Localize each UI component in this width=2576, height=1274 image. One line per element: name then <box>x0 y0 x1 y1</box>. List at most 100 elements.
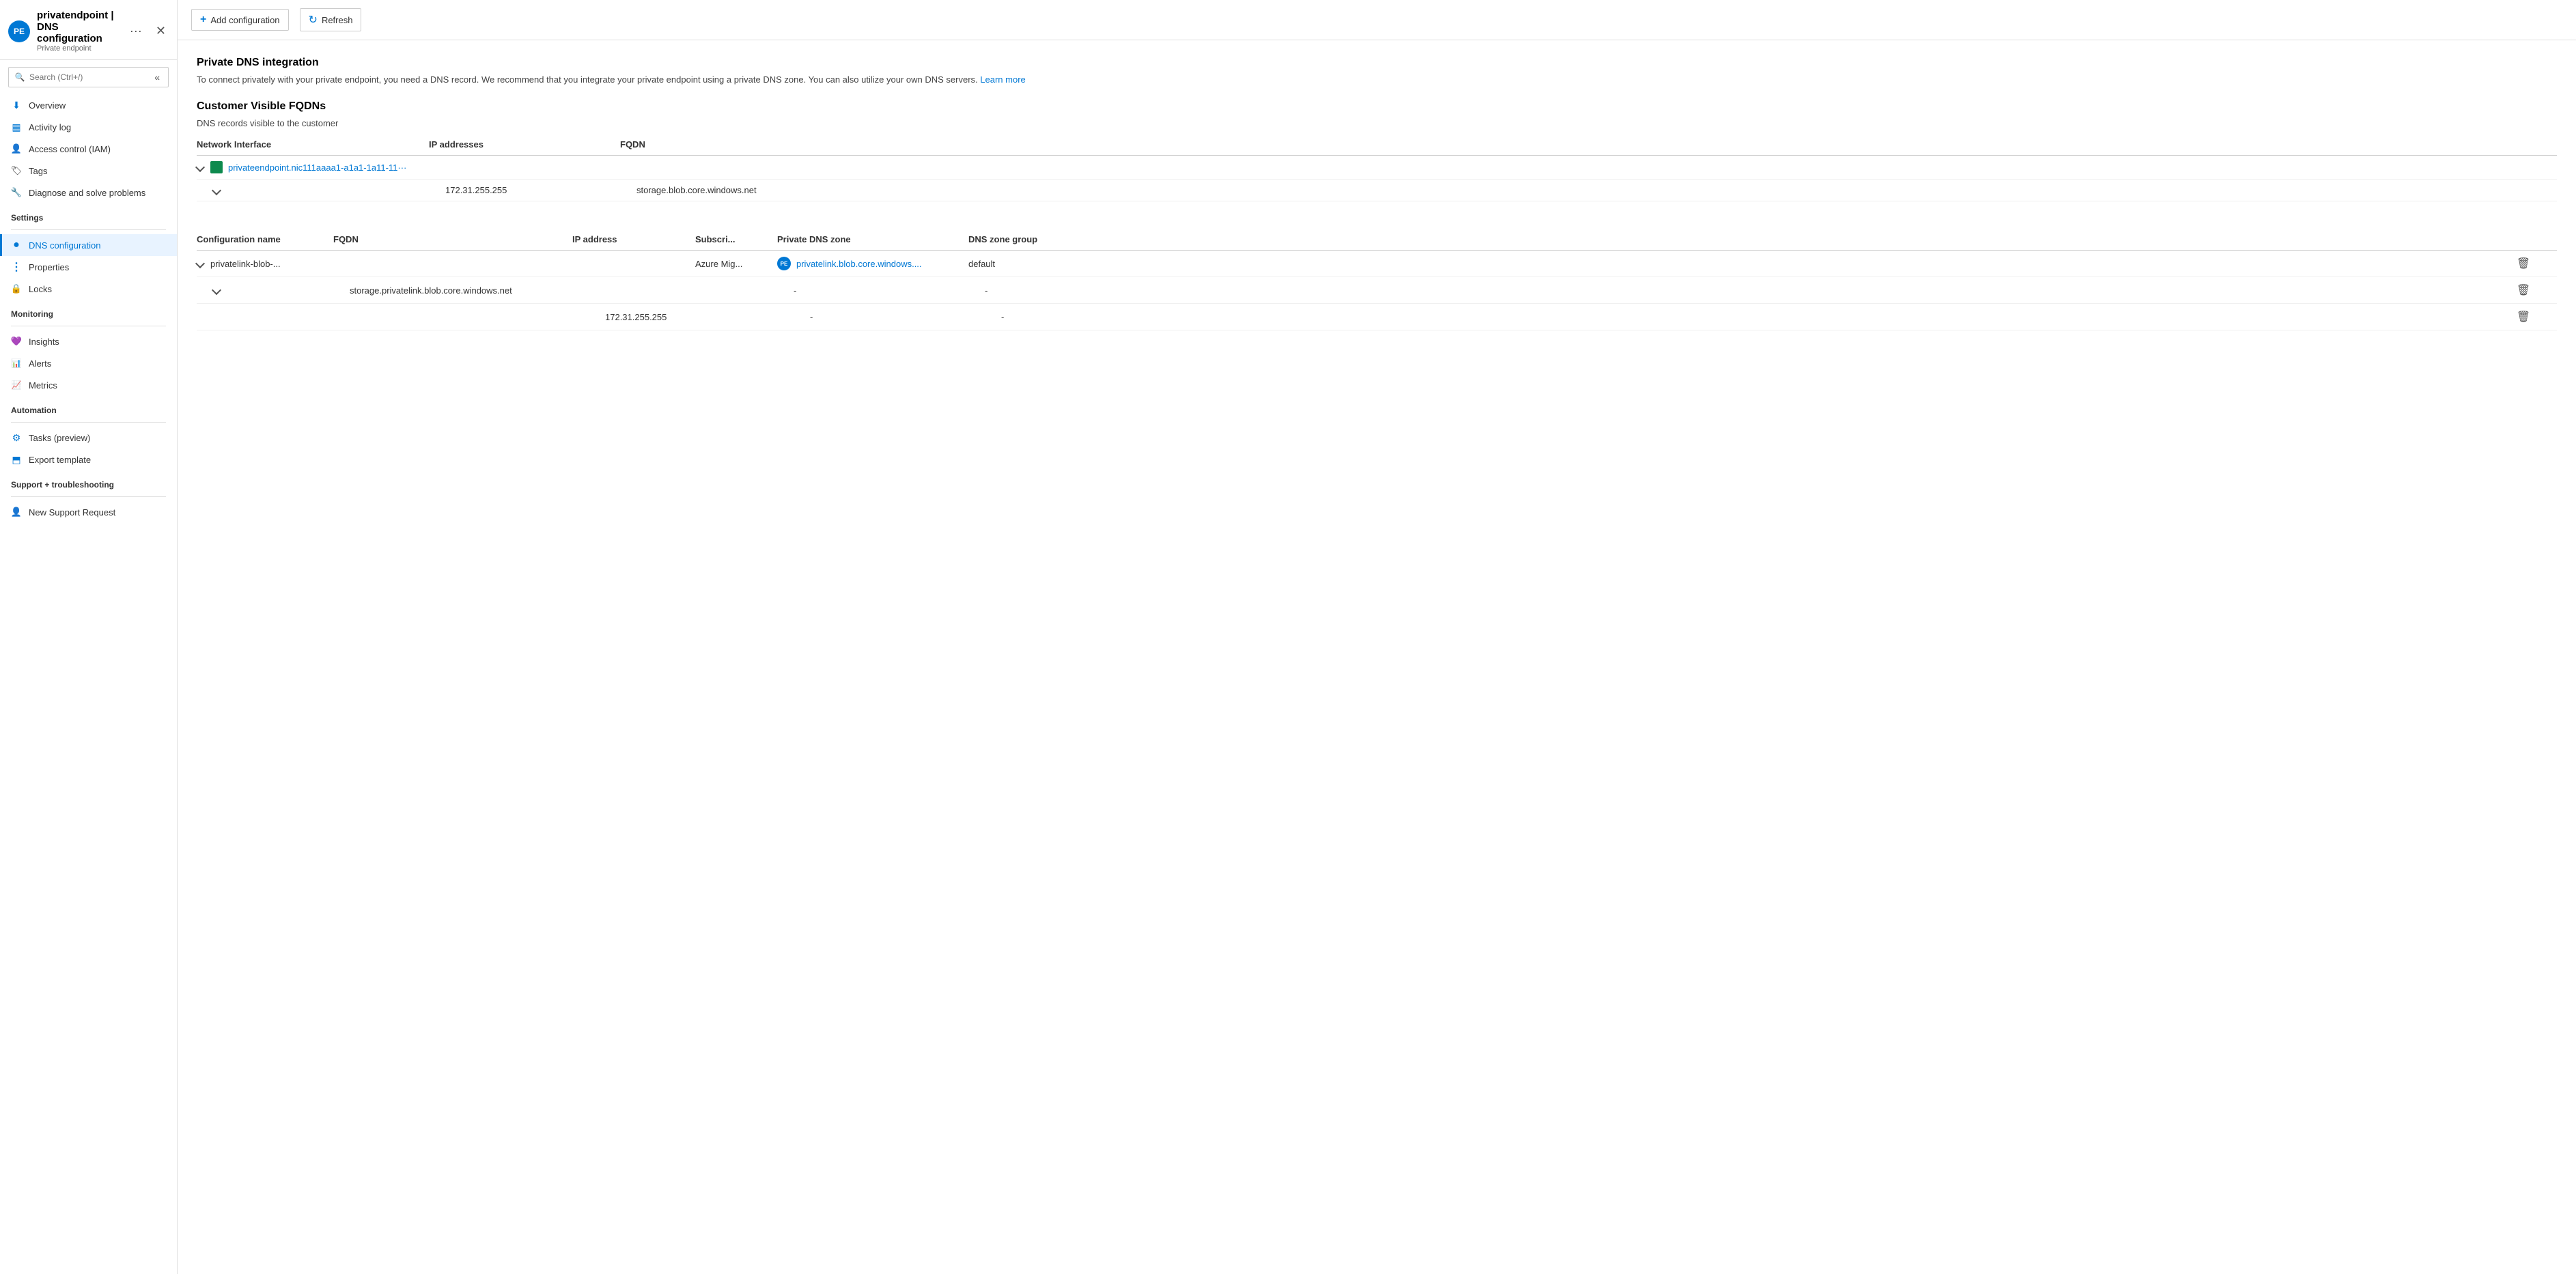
chevron-icon[interactable] <box>195 259 205 268</box>
add-icon <box>200 14 206 26</box>
cfg-child-dnsgrp: - <box>985 285 2516 296</box>
cfg-child-dns: - <box>794 285 985 296</box>
refresh-button[interactable]: Refresh <box>300 8 362 31</box>
cfg-child-name <box>213 287 350 294</box>
collapse-button[interactable]: « <box>152 70 163 84</box>
automation-section-label: Automation <box>0 396 177 418</box>
close-button[interactable]: ✕ <box>153 21 169 41</box>
config-row-child: storage.privatelink.blob.core.windows.ne… <box>197 277 2557 304</box>
tasks-icon <box>11 432 22 443</box>
nav-locks[interactable]: Locks <box>0 278 177 300</box>
cfg-gc-dns: - <box>810 312 1001 322</box>
delete-button[interactable]: 🗑 <box>2516 283 2531 298</box>
export-icon <box>11 454 22 465</box>
fqdn-child-network <box>213 187 445 194</box>
cfg-actions: 🗑 <box>2516 256 2557 271</box>
support-divider <box>11 496 166 497</box>
support-section-label: Support + troubleshooting <box>0 470 177 492</box>
activity-log-icon <box>11 122 22 132</box>
nic-icon <box>210 161 223 173</box>
nav-tags[interactable]: Tags <box>0 160 177 182</box>
monitoring-section-label: Monitoring <box>0 300 177 322</box>
nav-diagnose[interactable]: Diagnose and solve problems <box>0 182 177 203</box>
automation-divider <box>11 422 166 423</box>
delete-button[interactable]: 🗑 <box>2516 256 2531 271</box>
col-header-cfg-dns: Private DNS zone <box>777 234 968 244</box>
tags-icon <box>11 165 22 176</box>
cfg-subscription: Azure Mig... <box>695 259 777 269</box>
cfg-name: privatelink-blob-... <box>197 259 333 269</box>
col-header-cfg-dnsgrp: DNS zone group <box>968 234 2516 244</box>
fqdn-child-fqdn: storage.blob.core.windows.net <box>636 185 2557 195</box>
dns-integration-heading: Private DNS integration <box>197 57 2557 69</box>
cfg-child-actions: 🗑 <box>2516 283 2557 298</box>
nav-tasks[interactable]: Tasks (preview) <box>0 427 177 449</box>
fqdns-desc: DNS records visible to the customer <box>197 117 2557 130</box>
col-header-ip: IP addresses <box>429 139 620 150</box>
cfg-child-fqdn: storage.privatelink.blob.core.windows.ne… <box>350 285 589 296</box>
add-configuration-button[interactable]: Add configuration <box>191 9 289 31</box>
learn-more-link[interactable]: Learn more <box>980 74 1025 85</box>
col-header-cfg-name: Configuration name <box>197 234 333 244</box>
overview-icon <box>11 100 22 111</box>
ellipsis-button[interactable]: ··· <box>126 23 146 40</box>
properties-icon <box>11 261 22 272</box>
cfg-gc-actions: 🗑 <box>2516 309 2557 324</box>
settings-section-label: Settings <box>0 203 177 225</box>
fqdn-row-network: privateendpoint.nic111aaaa1-a1a1-1a11-11… <box>197 161 429 173</box>
search-box[interactable]: « <box>8 67 169 87</box>
nav-export[interactable]: Export template <box>0 449 177 470</box>
search-input[interactable] <box>29 72 148 82</box>
nav-alerts[interactable]: Alerts <box>0 352 177 374</box>
page-subtitle: Private endpoint <box>37 44 119 53</box>
locks-icon <box>11 283 22 294</box>
content-area: Private DNS integration To connect priva… <box>178 40 2576 1274</box>
dns-integration-section: Private DNS integration To connect priva… <box>197 57 2557 87</box>
table-row: privateendpoint.nic111aaaa1-a1a1-1a11-11… <box>197 156 2557 180</box>
refresh-icon <box>309 13 318 27</box>
cfg-dns-zone: PE privatelink.blob.core.windows.... <box>777 257 968 270</box>
delete-button[interactable]: 🗑 <box>2516 309 2531 324</box>
col-header-cfg-fqdn: FQDN <box>333 234 572 244</box>
fqdns-heading: Customer Visible FQDNs <box>197 100 2557 113</box>
page-title: privatendpoint | DNS configuration <box>37 10 119 44</box>
alerts-icon <box>11 358 22 369</box>
dns-zone-icon: PE <box>777 257 791 270</box>
table-row: 172.31.255.255 storage.blob.core.windows… <box>197 180 2557 201</box>
nav-overview[interactable]: Overview <box>0 94 177 116</box>
chevron-icon[interactable] <box>212 285 221 295</box>
config-table-header: Configuration name FQDN IP address Subsc… <box>197 229 2557 251</box>
nic-link[interactable]: privateendpoint.nic111aaaa1-a1a1-1a11-11… <box>228 162 406 173</box>
iam-icon <box>11 143 22 154</box>
config-section: Configuration name FQDN IP address Subsc… <box>197 229 2557 330</box>
nav-insights[interactable]: Insights <box>0 330 177 352</box>
col-header-cfg-ip: IP address <box>572 234 695 244</box>
chevron-icon[interactable] <box>212 185 221 195</box>
dns-zone-link[interactable]: privatelink.blob.core.windows.... <box>796 259 922 269</box>
config-row-parent: privatelink-blob-... Azure Mig... PE pri… <box>197 251 2557 277</box>
nav-support[interactable]: New Support Request <box>0 501 177 523</box>
fqdns-table-header: Network Interface IP addresses FQDN <box>197 134 2557 156</box>
dns-integration-desc: To connect privately with your private e… <box>197 73 2557 87</box>
top-bar: Add configuration Refresh <box>178 0 2576 40</box>
fqdns-section: Customer Visible FQDNs DNS records visib… <box>197 100 2557 202</box>
config-row-grandchild: 172.31.255.255 - - 🗑 <box>197 304 2557 330</box>
dns-config-icon <box>11 240 22 251</box>
fqdn-child-ip: 172.31.255.255 <box>445 185 636 195</box>
main-area: Add configuration Refresh Private DNS in… <box>178 0 2576 1274</box>
sidebar: PE privatendpoint | DNS configuration Pr… <box>0 0 178 1274</box>
metrics-icon <box>11 380 22 391</box>
nav-properties[interactable]: Properties <box>0 256 177 278</box>
nav-iam[interactable]: Access control (IAM) <box>0 138 177 160</box>
insights-icon <box>11 336 22 347</box>
col-header-fqdn: FQDN <box>620 139 2557 150</box>
col-header-cfg-sub: Subscri... <box>695 234 777 244</box>
nav-metrics[interactable]: Metrics <box>0 374 177 396</box>
diagnose-icon <box>11 187 22 198</box>
avatar: PE <box>8 20 30 42</box>
nav-activity-log[interactable]: Activity log <box>0 116 177 138</box>
col-header-network: Network Interface <box>197 139 429 150</box>
nav-dns-config[interactable]: DNS configuration <box>0 234 177 256</box>
cfg-dns-group: default <box>968 259 2516 269</box>
chevron-icon[interactable] <box>195 162 205 172</box>
